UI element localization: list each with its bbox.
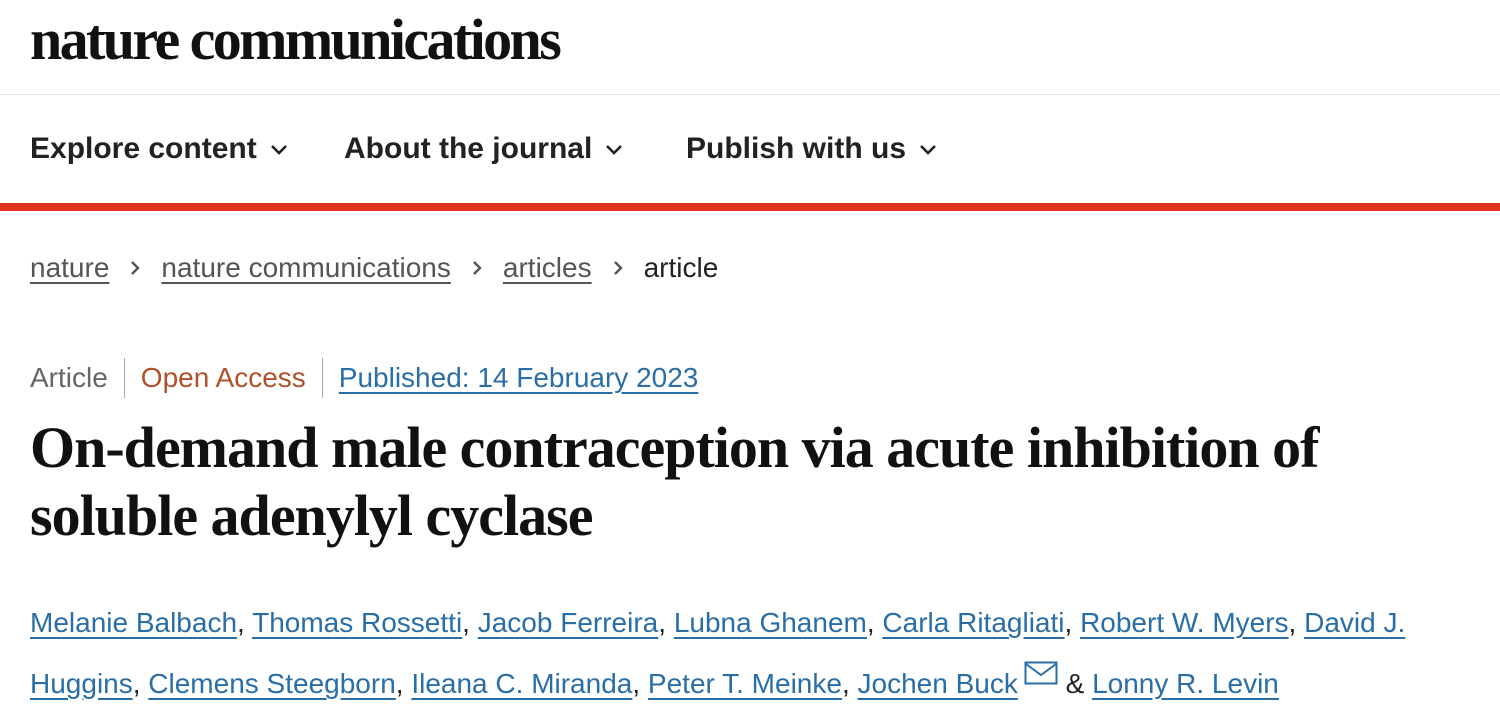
chevron-down-icon	[606, 145, 623, 155]
author-link[interactable]: Thomas Rossetti	[252, 607, 462, 638]
chevron-down-icon	[270, 145, 287, 155]
chevron-right-icon	[131, 261, 141, 275]
author-link[interactable]: Robert W. Myers	[1080, 607, 1288, 638]
meta-divider	[123, 358, 125, 398]
author-link[interactable]: Lonny R. Levin	[1092, 668, 1279, 699]
author-link[interactable]: Jacob Ferreira	[478, 607, 659, 638]
meta-divider	[321, 358, 323, 398]
site-header: nature communications	[0, 0, 1500, 95]
breadcrumb-nature-communications[interactable]: nature communications	[161, 252, 450, 284]
breadcrumb-nature[interactable]: nature	[30, 252, 109, 284]
nav-item-label: About the journal	[344, 132, 593, 165]
breadcrumb-articles[interactable]: articles	[503, 252, 592, 284]
chevron-right-icon	[613, 261, 623, 275]
article-meta: Article Open Access Published: 14 Februa…	[30, 358, 698, 398]
author-link[interactable]: Melanie Balbach	[30, 607, 237, 638]
breadcrumb-current: article	[643, 252, 719, 283]
nav-item-label: Publish with us	[686, 132, 907, 165]
author-link[interactable]: Clemens Steegborn	[148, 668, 395, 699]
nav-about-journal[interactable]: About the journal	[344, 132, 624, 166]
author-link[interactable]: Ileana C. Miranda	[411, 668, 632, 699]
author-link[interactable]: Carla Ritagliati	[882, 607, 1064, 638]
author-link[interactable]: Peter T. Meinke	[648, 668, 842, 699]
author-link[interactable]: Lubna Ghanem	[674, 607, 867, 638]
published-date-link[interactable]: Published: 14 February 2023	[339, 362, 699, 394]
author-link[interactable]: Jochen Buck	[858, 668, 1018, 699]
mail-icon[interactable]	[1024, 661, 1058, 685]
article-title: On-demand male contraception via acute i…	[30, 415, 1319, 548]
nav-publish-with-us[interactable]: Publish with us	[686, 132, 938, 166]
author-list: Melanie Balbach, Thomas Rossetti, Jacob …	[30, 607, 1406, 699]
open-access-badge: Open Access	[140, 362, 306, 393]
site-logo[interactable]: nature communications	[30, 2, 562, 78]
article-type: Article	[30, 362, 108, 393]
chevron-down-icon	[920, 145, 936, 155]
nav-explore-content[interactable]: Explore content	[30, 132, 289, 166]
chevron-right-icon	[473, 261, 482, 275]
nav-item-label: Explore content	[30, 132, 257, 165]
accent-bar	[0, 203, 1500, 211]
breadcrumb: nature nature communications articles ar…	[30, 252, 718, 284]
